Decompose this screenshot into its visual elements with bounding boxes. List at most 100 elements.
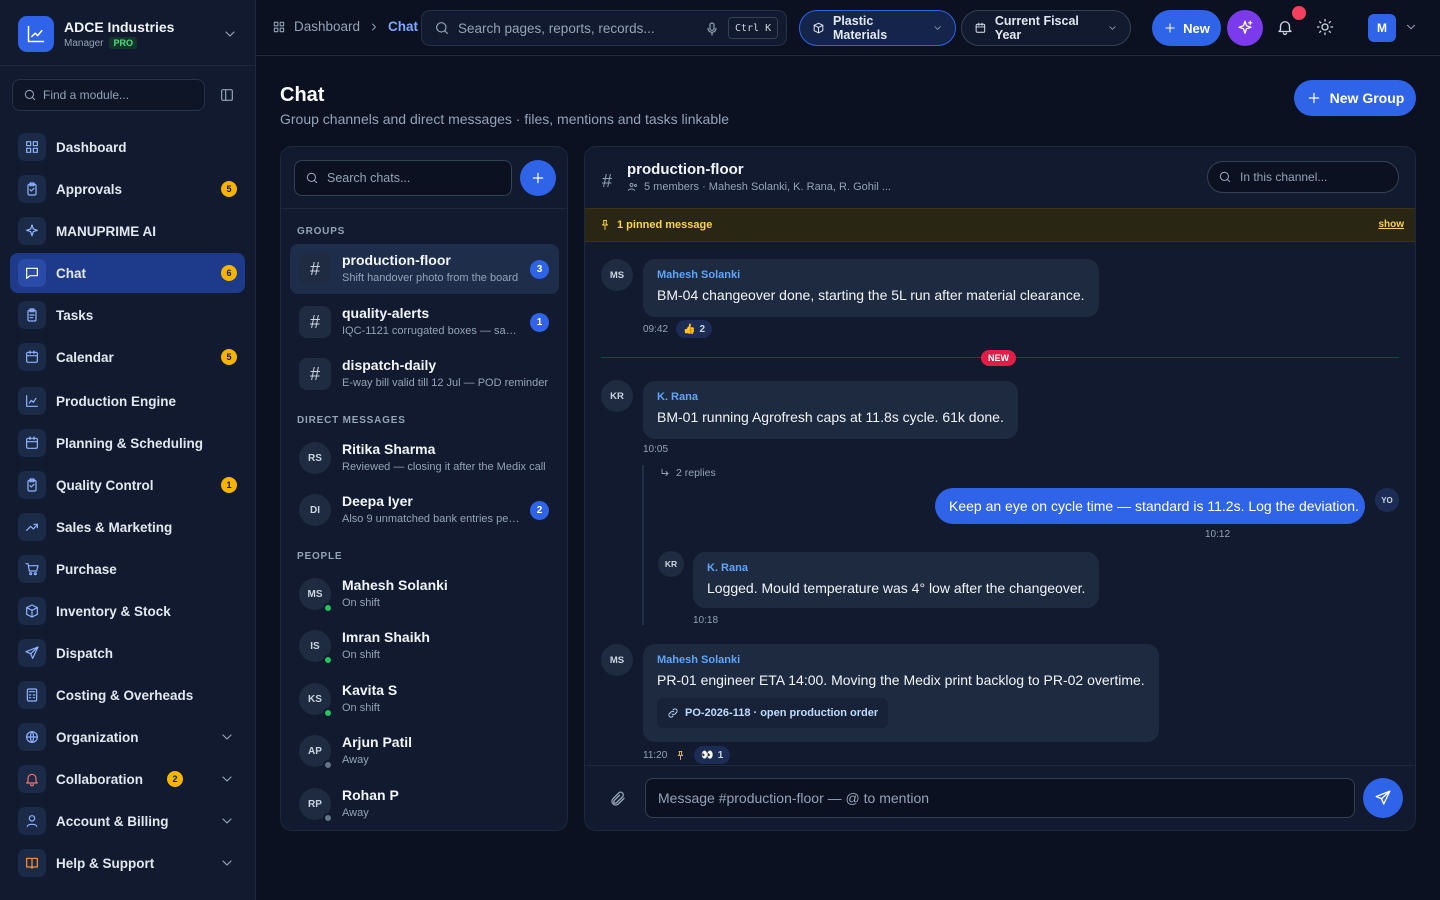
chat-title: quality-alerts [342, 305, 430, 321]
microphone-icon[interactable] [704, 21, 720, 37]
sidebar-item-tasks[interactable]: Tasks [10, 295, 245, 335]
new-chat-button[interactable] [520, 160, 556, 196]
message-author[interactable]: K. Rana [707, 562, 1085, 574]
dm-item-deepa-iyer[interactable]: DI Deepa Iyer Also 9 unmatched bank entr… [290, 485, 559, 535]
sidebar-item-label: Chat [56, 265, 86, 281]
plus-icon [1308, 92, 1319, 104]
sparkles-icon [18, 217, 46, 245]
calendar-icon [975, 22, 986, 33]
collapse-sidebar-icon[interactable] [219, 87, 235, 103]
sidebar-item-help-support[interactable]: Help & Support [10, 843, 245, 883]
new-group-button[interactable]: New Group [1294, 80, 1416, 116]
person-item-rohan-p[interactable]: RP Rohan P Away [290, 779, 559, 829]
user-avatar[interactable]: M [1368, 14, 1396, 42]
sidebar-item-collaboration[interactable]: Collaboration 2 [10, 759, 245, 799]
hash-icon: # [299, 253, 331, 285]
plus-icon [1165, 23, 1175, 33]
new-group-label: New Group [1329, 90, 1405, 106]
thread-replies-link[interactable]: 2 replies [659, 467, 716, 479]
module-search-input[interactable]: Find a module... [12, 79, 205, 111]
message-meta: 11:20 👀 1 [643, 746, 731, 764]
message-meta: 10:05 [643, 444, 668, 455]
message-meta: 10:18 [693, 615, 718, 626]
group-item-production-floor[interactable]: # production-floor Shift handover photo … [290, 244, 559, 294]
pro-badge: PRO [109, 37, 137, 49]
send-button[interactable] [1363, 778, 1403, 818]
divider [281, 208, 567, 209]
search-icon [436, 22, 448, 34]
chevron-down-icon[interactable] [219, 813, 235, 829]
material-filter-select[interactable]: Plastic Materials [799, 10, 956, 46]
channel-search-placeholder: In this channel... [1240, 170, 1328, 184]
message-input[interactable]: Message #production-floor — @ to mention [645, 778, 1355, 818]
person-status: Away [342, 807, 369, 819]
theme-toggle-sun-icon[interactable] [1316, 18, 1334, 36]
sidebar-item-organization[interactable]: Organization [10, 717, 245, 757]
pin-icon[interactable] [675, 750, 686, 761]
brand-switcher[interactable]: ADCE Industries Manager PRO [0, 0, 256, 66]
paperclip-icon[interactable] [609, 790, 627, 808]
person-item-mahesh-solanki[interactable]: MS Mahesh Solanki On shift [290, 569, 559, 619]
message-input-placeholder: Message #production-floor — @ to mention [658, 790, 930, 806]
chevron-down-icon[interactable] [222, 26, 238, 42]
members-text: 5 members · Mahesh Solanki, K. Rana, R. … [644, 181, 891, 193]
sidebar-item-label: Calendar [56, 349, 114, 365]
person-name: Kavita S [342, 682, 398, 698]
group-item-dispatch-daily[interactable]: # dispatch-daily E-way bill valid till 1… [290, 349, 559, 399]
sidebar-item-calendar[interactable]: Calendar 5 [10, 337, 245, 377]
sidebar-item-quality-control[interactable]: Quality Control 1 [10, 465, 245, 505]
message-author[interactable]: Mahesh Solanki [657, 269, 1085, 281]
period-filter-select[interactable]: Current Fiscal Year [961, 10, 1131, 46]
reaction-thumbs-up[interactable]: 👍 2 [676, 320, 713, 338]
chat-search-input[interactable]: Search chats... [294, 160, 512, 196]
pin-icon [602, 220, 608, 230]
channel-members[interactable]: 5 members · Mahesh Solanki, K. Rana, R. … [627, 181, 891, 193]
thumbs-up-icon: 👍 [683, 323, 696, 335]
material-filter-value: Plastic Materials [832, 14, 888, 42]
sidebar-item-dispatch[interactable]: Dispatch [10, 633, 245, 673]
sidebar-item-manuprime-ai[interactable]: MANUPRIME AI [10, 211, 245, 251]
sidebar-item-planning[interactable]: Planning & Scheduling [10, 423, 245, 463]
search-placeholder: Search pages, reports, records... [458, 20, 655, 36]
chevron-down-icon[interactable] [1404, 20, 1418, 34]
new-button[interactable]: New [1152, 10, 1221, 46]
sidebar-item-chat[interactable]: Chat 6 [10, 253, 245, 293]
pinned-message-bar[interactable]: 1 pinned message show [585, 208, 1415, 242]
linked-record-chip[interactable]: PO-2026-118 · open production order [657, 698, 889, 728]
reply-icon [661, 469, 669, 476]
globe-icon [18, 723, 46, 751]
group-item-quality-alerts[interactable]: # quality-alerts IQC-1121 corrugated box… [290, 297, 559, 347]
chevron-down-icon[interactable] [219, 729, 235, 745]
sidebar-item-account-billing[interactable]: Account & Billing [10, 801, 245, 841]
message-time: 09:42 [643, 323, 669, 335]
chevron-right-icon [372, 23, 376, 30]
show-pinned-link[interactable]: show [1378, 219, 1404, 230]
chevron-down-icon[interactable] [219, 771, 235, 787]
reaction-eyes[interactable]: 👀 1 [694, 746, 731, 764]
notifications-bell-icon[interactable] [1276, 18, 1294, 36]
message-author[interactable]: K. Rana [657, 391, 1004, 403]
conversation-panel: # production-floor 5 members · Mahesh So… [584, 146, 1416, 831]
sidebar-item-approvals[interactable]: Approvals 5 [10, 169, 245, 209]
message-author[interactable]: Mahesh Solanki [657, 654, 1145, 666]
chevron-down-icon[interactable] [219, 855, 235, 871]
person-item-arjun-patil[interactable]: AP Arjun Patil Away [290, 726, 559, 776]
sidebar-item-purchase[interactable]: Purchase [10, 549, 245, 589]
person-item-kavita-s[interactable]: KS Kavita S On shift [290, 674, 559, 724]
bell-icon [18, 765, 46, 793]
sidebar-item-sales-marketing[interactable]: Sales & Marketing [10, 507, 245, 547]
channel-search-input[interactable]: In this channel... [1207, 161, 1399, 193]
sidebar-item-costing[interactable]: Costing & Overheads [10, 675, 245, 715]
global-search-input[interactable]: Search pages, reports, records... Ctrl K [421, 10, 787, 46]
sidebar-item-dashboard[interactable]: Dashboard [10, 127, 245, 167]
new-messages-tag: NEW [981, 350, 1016, 366]
grid-icon [18, 133, 46, 161]
sidebar-item-production-engine[interactable]: Production Engine [10, 381, 245, 421]
count-badge: 5 [221, 181, 237, 197]
own-message-bubble: Keep an eye on cycle time — standard is … [935, 488, 1365, 524]
sidebar-item-inventory[interactable]: Inventory & Stock [10, 591, 245, 631]
breadcrumb-dashboard[interactable]: Dashboard [294, 19, 360, 34]
dm-item-ritika-sharma[interactable]: RS Ritika Sharma Reviewed — closing it a… [290, 433, 559, 483]
person-item-imran-shaikh[interactable]: IS Imran Shaikh On shift [290, 621, 559, 671]
ai-assistant-button[interactable] [1227, 10, 1263, 46]
